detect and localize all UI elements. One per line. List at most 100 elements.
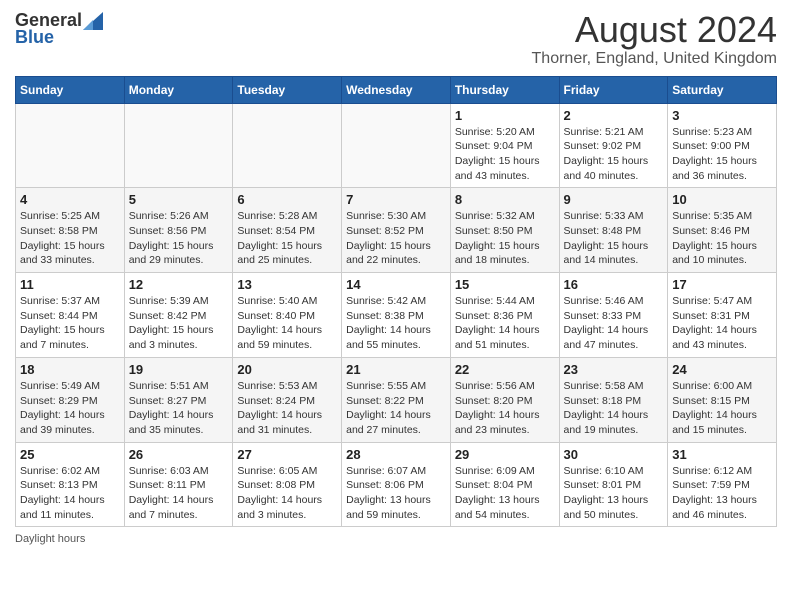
weekday-header-sunday: Sunday — [16, 76, 125, 103]
calendar-cell: 12 Sunrise: 5:39 AMSunset: 8:42 PMDayligh… — [124, 273, 233, 358]
day-number: 19 — [129, 362, 229, 377]
calendar-cell — [124, 103, 233, 188]
calendar-cell: 7 Sunrise: 5:30 AMSunset: 8:52 PMDaylight… — [342, 188, 451, 273]
calendar-cell — [342, 103, 451, 188]
day-info: Sunrise: 6:05 AMSunset: 8:08 PMDaylight:… — [237, 464, 337, 523]
calendar-cell: 16 Sunrise: 5:46 AMSunset: 8:33 PMDayligh… — [559, 273, 668, 358]
day-info: Sunrise: 6:02 AMSunset: 8:13 PMDaylight:… — [20, 464, 120, 523]
calendar-cell: 1Sunrise: 5:20 AMSunset: 9:04 PMDaylight… — [450, 103, 559, 188]
day-info: Sunrise: 5:49 AMSunset: 8:29 PMDaylight:… — [20, 379, 120, 438]
calendar-cell: 2Sunrise: 5:21 AMSunset: 9:02 PMDaylight… — [559, 103, 668, 188]
weekday-header-wednesday: Wednesday — [342, 76, 451, 103]
day-number: 7 — [346, 192, 446, 207]
day-number: 18 — [20, 362, 120, 377]
calendar-cell: 13Sunrise: 5:40 AMSunset: 8:40 PMDayligh… — [233, 273, 342, 358]
day-number: 23 — [564, 362, 664, 377]
daylight-hours-label: Daylight hours — [15, 533, 85, 545]
day-info: Sunrise: 5:58 AMSunset: 8:18 PMDaylight:… — [564, 379, 664, 438]
day-info: Sunrise: 5:46 AMSunset: 8:33 PMDaylight:… — [564, 294, 664, 353]
weekday-header-saturday: Saturday — [668, 76, 777, 103]
calendar-table: SundayMondayTuesdayWednesdayThursdayFrid… — [15, 76, 777, 528]
day-info: Sunrise: 6:09 AMSunset: 8:04 PMDaylight:… — [455, 464, 555, 523]
logo: General Blue — [15, 10, 103, 48]
calendar-cell: 9Sunrise: 5:33 AMSunset: 8:48 PMDaylight… — [559, 188, 668, 273]
day-info: Sunrise: 5:37 AMSunset: 8:44 PMDaylight:… — [20, 294, 120, 353]
calendar-cell: 4 Sunrise: 5:25 AMSunset: 8:58 PMDaylight… — [16, 188, 125, 273]
day-number: 3 — [672, 108, 772, 123]
day-info: Sunrise: 6:03 AMSunset: 8:11 PMDaylight:… — [129, 464, 229, 523]
day-number: 26 — [129, 447, 229, 462]
calendar-cell: 24Sunrise: 6:00 AMSunset: 8:15 PMDayligh… — [668, 357, 777, 442]
calendar-cell: 22 Sunrise: 5:56 AMSunset: 8:20 PMDayligh… — [450, 357, 559, 442]
day-info: Sunrise: 5:28 AMSunset: 8:54 PMDaylight:… — [237, 209, 337, 268]
weekday-header-monday: Monday — [124, 76, 233, 103]
calendar-cell: 26 Sunrise: 6:03 AMSunset: 8:11 PMDayligh… — [124, 442, 233, 527]
day-number: 28 — [346, 447, 446, 462]
calendar-cell: 15Sunrise: 5:44 AMSunset: 8:36 PMDayligh… — [450, 273, 559, 358]
day-info: Sunrise: 5:40 AMSunset: 8:40 PMDaylight:… — [237, 294, 337, 353]
weekday-header-tuesday: Tuesday — [233, 76, 342, 103]
calendar-cell: 10Sunrise: 5:35 AMSunset: 8:46 PMDayligh… — [668, 188, 777, 273]
calendar-cell: 8 Sunrise: 5:32 AMSunset: 8:50 PMDaylight… — [450, 188, 559, 273]
calendar-week-row: 11 Sunrise: 5:37 AMSunset: 8:44 PMDayligh… — [16, 273, 777, 358]
calendar-cell: 19 Sunrise: 5:51 AMSunset: 8:27 PMDayligh… — [124, 357, 233, 442]
day-info: Sunrise: 5:53 AMSunset: 8:24 PMDaylight:… — [237, 379, 337, 438]
day-number: 16 — [564, 277, 664, 292]
day-number: 10 — [672, 192, 772, 207]
calendar-cell: 25 Sunrise: 6:02 AMSunset: 8:13 PMDayligh… — [16, 442, 125, 527]
day-info: Sunrise: 6:12 AMSunset: 7:59 PMDaylight:… — [672, 464, 772, 523]
day-number: 22 — [455, 362, 555, 377]
calendar-cell — [16, 103, 125, 188]
day-number: 25 — [20, 447, 120, 462]
calendar-cell: 27Sunrise: 6:05 AMSunset: 8:08 PMDayligh… — [233, 442, 342, 527]
day-info: Sunrise: 5:25 AMSunset: 8:58 PMDaylight:… — [20, 209, 120, 268]
day-info: Sunrise: 5:23 AMSunset: 9:00 PMDaylight:… — [672, 125, 772, 184]
day-number: 29 — [455, 447, 555, 462]
calendar-cell: 5Sunrise: 5:26 AMSunset: 8:56 PMDaylight… — [124, 188, 233, 273]
footer: Daylight hours — [15, 533, 777, 545]
logo-blue-text: Blue — [15, 27, 54, 48]
day-info: Sunrise: 5:56 AMSunset: 8:20 PMDaylight:… — [455, 379, 555, 438]
day-number: 5 — [129, 192, 229, 207]
day-number: 8 — [455, 192, 555, 207]
day-info: Sunrise: 5:32 AMSunset: 8:50 PMDaylight:… — [455, 209, 555, 268]
weekday-header-thursday: Thursday — [450, 76, 559, 103]
page-subtitle: Thorner, England, United Kingdom — [532, 50, 777, 68]
calendar-week-row: 18 Sunrise: 5:49 AMSunset: 8:29 PMDayligh… — [16, 357, 777, 442]
day-number: 1 — [455, 108, 555, 123]
day-number: 30 — [564, 447, 664, 462]
calendar-cell: 18 Sunrise: 5:49 AMSunset: 8:29 PMDayligh… — [16, 357, 125, 442]
day-info: Sunrise: 5:33 AMSunset: 8:48 PMDaylight:… — [564, 209, 664, 268]
calendar-cell: 17Sunrise: 5:47 AMSunset: 8:31 PMDayligh… — [668, 273, 777, 358]
calendar-cell: 6 Sunrise: 5:28 AMSunset: 8:54 PMDaylight… — [233, 188, 342, 273]
calendar-week-row: 25 Sunrise: 6:02 AMSunset: 8:13 PMDayligh… — [16, 442, 777, 527]
day-info: Sunrise: 5:30 AMSunset: 8:52 PMDaylight:… — [346, 209, 446, 268]
day-number: 11 — [20, 277, 120, 292]
day-info: Sunrise: 5:55 AMSunset: 8:22 PMDaylight:… — [346, 379, 446, 438]
day-number: 12 — [129, 277, 229, 292]
day-info: Sunrise: 5:42 AMSunset: 8:38 PMDaylight:… — [346, 294, 446, 353]
calendar-cell: 28 Sunrise: 6:07 AMSunset: 8:06 PMDayligh… — [342, 442, 451, 527]
header: General Blue August 2024 Thorner, Englan… — [15, 10, 777, 68]
day-number: 6 — [237, 192, 337, 207]
calendar-cell: 20Sunrise: 5:53 AMSunset: 8:24 PMDayligh… — [233, 357, 342, 442]
calendar-cell: 11 Sunrise: 5:37 AMSunset: 8:44 PMDayligh… — [16, 273, 125, 358]
day-number: 24 — [672, 362, 772, 377]
day-number: 31 — [672, 447, 772, 462]
day-info: Sunrise: 6:07 AMSunset: 8:06 PMDaylight:… — [346, 464, 446, 523]
title-area: August 2024 Thorner, England, United Kin… — [532, 10, 777, 68]
day-info: Sunrise: 5:39 AMSunset: 8:42 PMDaylight:… — [129, 294, 229, 353]
calendar-cell: 29 Sunrise: 6:09 AMSunset: 8:04 PMDayligh… — [450, 442, 559, 527]
calendar-cell: 30 Sunrise: 6:10 AMSunset: 8:01 PMDayligh… — [559, 442, 668, 527]
calendar-cell — [233, 103, 342, 188]
day-number: 14 — [346, 277, 446, 292]
day-info: Sunrise: 5:51 AMSunset: 8:27 PMDaylight:… — [129, 379, 229, 438]
weekday-header-row: SundayMondayTuesdayWednesdayThursdayFrid… — [16, 76, 777, 103]
weekday-header-friday: Friday — [559, 76, 668, 103]
page-title: August 2024 — [532, 10, 777, 50]
calendar-week-row: 4 Sunrise: 5:25 AMSunset: 8:58 PMDaylight… — [16, 188, 777, 273]
day-info: Sunrise: 6:10 AMSunset: 8:01 PMDaylight:… — [564, 464, 664, 523]
day-number: 15 — [455, 277, 555, 292]
day-number: 4 — [20, 192, 120, 207]
logo-icon — [83, 12, 103, 30]
